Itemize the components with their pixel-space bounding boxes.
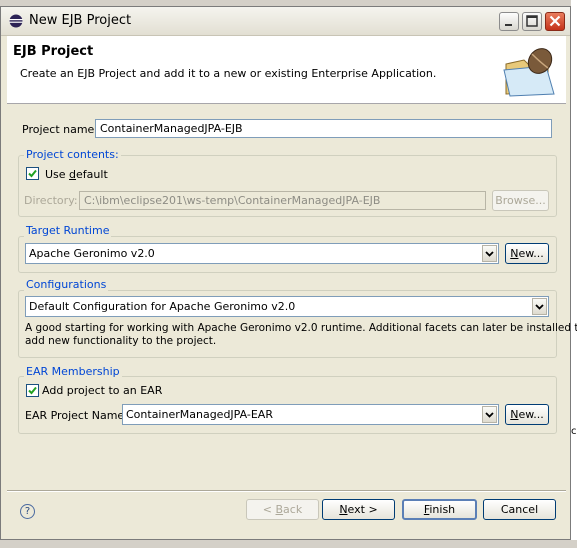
configurations-select[interactable]: Default Configuration for Apache Geronim… (25, 296, 549, 317)
project-name-input[interactable]: ContainerManagedJPA-EJB (95, 119, 552, 138)
directory-input[interactable]: C:\ibm\eclipse201\ws-temp\ContainerManag… (79, 191, 486, 210)
chevron-down-icon (485, 251, 494, 257)
configurations-dropdown-button[interactable] (532, 298, 547, 315)
ear-project-name-select[interactable]: ContainerManagedJPA-EAR (122, 404, 499, 425)
configurations-description-line2: add new functionality to the project. (25, 335, 217, 347)
wizard-header: EJB Project Create an EJB Project and ad… (7, 36, 566, 104)
ear-project-name-value: ContainerManagedJPA-EAR (126, 408, 273, 421)
configurations-value: Default Configuration for Apache Geronim… (29, 300, 296, 313)
chevron-down-icon (485, 412, 494, 418)
help-icon: ? (24, 506, 31, 517)
add-to-ear-label: Add project to an EAR (42, 384, 163, 397)
close-button[interactable] (545, 12, 565, 31)
add-to-ear-checkbox[interactable] (26, 384, 39, 397)
minimize-button[interactable] (499, 12, 519, 31)
checkbox-checked-icon (28, 169, 37, 178)
configurations-title: Configurations (24, 278, 109, 291)
background-window-right (571, 0, 577, 548)
new-ejb-project-dialog: New EJB Project EJB Project Create an EJ… (0, 6, 577, 540)
help-button[interactable]: ? (20, 504, 35, 519)
eclipse-app-icon (9, 14, 23, 28)
minimize-icon (505, 24, 512, 26)
back-button[interactable]: < Back (246, 499, 319, 520)
next-button[interactable]: Next > (322, 499, 395, 520)
ear-membership-title: EAR Membership (24, 365, 122, 378)
use-default-checkbox[interactable] (26, 167, 39, 180)
project-name-label: Project name: (22, 123, 99, 136)
use-default-label: Use default (45, 168, 108, 181)
ear-project-name-label: EAR Project Name: (25, 409, 128, 422)
browse-button[interactable]: Browse... (492, 190, 549, 211)
target-runtime-value: Apache Geronimo v2.0 (29, 247, 155, 260)
window-title: New EJB Project (29, 13, 132, 28)
checkbox-checked-icon (28, 386, 37, 395)
target-runtime-select[interactable]: Apache Geronimo v2.0 (25, 243, 499, 264)
configurations-description-line1: A good starting for working with Apache … (25, 322, 577, 334)
directory-label: Directory: (24, 194, 78, 207)
maximize-button[interactable] (522, 12, 542, 31)
wizard-title: EJB Project (13, 44, 94, 59)
chevron-down-icon (535, 304, 544, 310)
ear-project-dropdown-button[interactable] (482, 406, 497, 423)
background-strip-bottom (0, 540, 577, 548)
button-bar-separator (7, 490, 566, 492)
target-runtime-new-button[interactable]: New... (505, 243, 549, 264)
cancel-button[interactable]: Cancel (483, 499, 556, 520)
folder-bean-icon (503, 48, 555, 97)
title-bar[interactable]: New EJB Project (1, 7, 570, 36)
finish-button[interactable]: Finish (402, 499, 477, 520)
maximize-icon (526, 15, 538, 27)
background-right-text: c (571, 426, 577, 437)
ear-new-button[interactable]: New... (505, 404, 549, 425)
close-icon (549, 15, 561, 27)
target-runtime-dropdown-button[interactable] (482, 245, 497, 262)
project-contents-title: Project contents: (24, 148, 121, 161)
target-runtime-title: Target Runtime (24, 224, 112, 237)
wizard-description: Create an EJB Project and add it to a ne… (20, 67, 437, 80)
